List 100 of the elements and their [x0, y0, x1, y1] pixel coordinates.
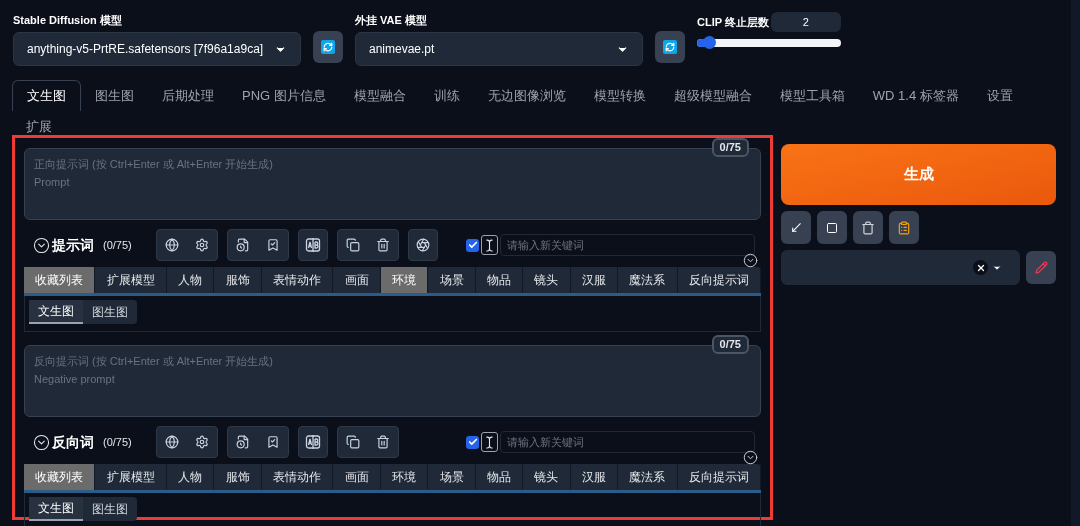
category-tab[interactable]: 镜头: [523, 464, 571, 490]
trash-button[interactable]: [853, 211, 883, 244]
category-tab[interactable]: 画面: [333, 267, 381, 293]
subtab[interactable]: 文生图: [29, 497, 83, 521]
file-clock-icon: [235, 238, 250, 252]
keyword-checkbox[interactable]: [466, 238, 479, 252]
category-tab[interactable]: 镜头: [523, 267, 571, 293]
category-tab[interactable]: 表情动作: [261, 464, 334, 490]
category-tab[interactable]: 收藏列表: [24, 464, 96, 490]
expand-icon[interactable]: [743, 253, 758, 268]
category-tab[interactable]: 魔法系: [618, 464, 678, 490]
trash-icon: [861, 220, 875, 235]
file-clock-icon: [235, 435, 250, 449]
main-tab[interactable]: 设置: [972, 80, 1027, 111]
slider-thumb[interactable]: [702, 36, 716, 49]
compare-columns-icon: [304, 434, 321, 450]
main-tab[interactable]: 模型转换: [579, 80, 660, 111]
category-tab[interactable]: 场景: [428, 464, 476, 490]
model-dropdown[interactable]: anything-v5-PrtRE.safetensors [7f96a1a9ca]: [13, 32, 301, 66]
category-tab[interactable]: 服饰: [214, 267, 262, 293]
main-tab[interactable]: 模型工具箱: [765, 80, 859, 111]
category-tab[interactable]: 扩展模型: [95, 464, 167, 490]
main-tab[interactable]: 图生图: [81, 80, 148, 111]
category-tab[interactable]: 人物: [166, 464, 215, 490]
subtab[interactable]: 图生图: [83, 497, 137, 521]
trash-icon: [375, 238, 390, 252]
copy-icon: [345, 238, 360, 252]
category-tab[interactable]: 人物: [166, 267, 215, 293]
subtab[interactable]: 图生图: [83, 300, 137, 324]
prompt-title: 提示词: [52, 235, 94, 255]
square-icon: [826, 221, 838, 234]
bookmark-icon: [265, 238, 280, 252]
category-tab[interactable]: 反向提示词: [677, 464, 762, 490]
text-cursor-icon[interactable]: [481, 235, 498, 255]
category-tab[interactable]: 环境: [380, 267, 429, 293]
settings-icon: [194, 238, 209, 252]
refresh-icon: [663, 40, 677, 54]
token-count: (0/75): [103, 434, 132, 450]
collapse-icon[interactable]: [33, 236, 50, 254]
trash-icon: [375, 435, 390, 449]
category-tab[interactable]: 环境: [380, 464, 429, 490]
settings-icon: [194, 435, 209, 449]
bookmark-icon: [265, 435, 280, 449]
keyword-checkbox[interactable]: [466, 435, 479, 449]
aperture-icon: [415, 238, 430, 252]
category-tab[interactable]: 扩展模型: [95, 267, 167, 293]
main-tab[interactable]: WD 1.4 标签器: [858, 80, 973, 111]
category-tab[interactable]: 魔法系: [618, 267, 678, 293]
category-tab[interactable]: 表情动作: [261, 267, 334, 293]
compare-columns-icon: [304, 237, 321, 253]
model-label: 外挂 VAE 模型: [355, 13, 428, 28]
category-tab[interactable]: 汉服: [570, 464, 619, 490]
collapse-icon[interactable]: [33, 433, 50, 451]
category-tab[interactable]: 反向提示词: [677, 267, 762, 293]
clipboard-icon: [897, 220, 911, 235]
main-tab[interactable]: 后期处理: [148, 80, 228, 111]
subtab[interactable]: 文生图: [29, 300, 83, 324]
clip-slider[interactable]: [697, 39, 841, 47]
category-tab[interactable]: 汉服: [570, 267, 619, 293]
main-tab[interactable]: 无边图像浏览: [473, 80, 580, 111]
category-tab[interactable]: 画面: [333, 464, 381, 490]
text-cursor-icon[interactable]: [481, 432, 498, 452]
token-counter: 0/75: [711, 138, 749, 157]
globe-icon: [164, 435, 179, 449]
expand-icon[interactable]: [743, 450, 758, 465]
main-tab[interactable]: 文生图: [12, 80, 81, 111]
ai-button[interactable]: [407, 229, 438, 261]
category-tab[interactable]: 物品: [475, 464, 524, 490]
token-counter: 0/75: [711, 335, 749, 354]
clear-icon[interactable]: [973, 260, 988, 275]
main-tab[interactable]: 扩展: [12, 111, 66, 142]
clip-label: CLIP 终止层数: [697, 14, 769, 30]
token-count: (0/75): [103, 237, 132, 253]
category-tab[interactable]: 收藏列表: [24, 267, 96, 293]
arrow-icon: [789, 221, 803, 234]
refresh-button[interactable]: [313, 31, 343, 63]
main-tab[interactable]: PNG 图片信息: [228, 80, 340, 111]
edit-button[interactable]: [1026, 251, 1056, 284]
compare-button[interactable]: [297, 426, 328, 458]
refresh-icon: [321, 40, 335, 54]
square-button[interactable]: [817, 211, 847, 244]
category-tab[interactable]: 物品: [475, 267, 524, 293]
main-tab[interactable]: 训练: [419, 80, 474, 111]
refresh-button[interactable]: [655, 31, 685, 63]
pencil-icon: [1034, 261, 1048, 274]
category-tab[interactable]: 场景: [428, 267, 476, 293]
model-dropdown[interactable]: animevae.pt: [355, 32, 643, 66]
copy-icon: [345, 435, 360, 449]
arrow-button[interactable]: [781, 211, 811, 244]
prompt-title: 反向词: [52, 432, 94, 452]
category-tab[interactable]: 服饰: [214, 464, 262, 490]
clipboard-button[interactable]: [889, 211, 919, 244]
keyword-field[interactable]: 请输入新关键词: [500, 431, 755, 453]
keyword-field[interactable]: 请输入新关键词: [500, 234, 755, 256]
main-tab[interactable]: 模型融合: [339, 80, 420, 111]
model-label: Stable Diffusion 模型: [13, 13, 123, 28]
globe-icon: [164, 238, 179, 252]
compare-button[interactable]: [297, 229, 328, 261]
clip-number-field[interactable]: 2: [770, 12, 841, 32]
main-tab[interactable]: 超级模型融合: [659, 80, 766, 111]
